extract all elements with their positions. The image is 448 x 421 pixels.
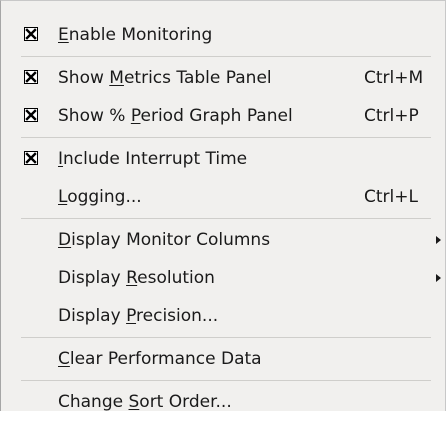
menu-item-label: Change Sort Order... [58, 392, 232, 412]
check-x-icon [24, 27, 38, 41]
menu-item-label: Show % Period Graph Panel [58, 106, 293, 126]
menu-separator [21, 218, 431, 219]
menu-item-show-metrics-table-panel[interactable]: Show Metrics Table Panel Ctrl+M [1, 59, 445, 97]
menu-item-display-precision[interactable]: Display Precision... [1, 297, 445, 335]
menu-item-label: Include Interrupt Time [58, 149, 248, 169]
menu-item-logging[interactable]: Logging... Ctrl+L [1, 178, 445, 216]
menu-item-label: Enable Monitoring [58, 25, 213, 45]
check-x-icon [24, 108, 38, 122]
context-menu: Enable Monitoring Show Metrics Table Pan… [0, 0, 446, 412]
menu-item-clear-performance-data[interactable]: Clear Performance Data [1, 340, 445, 378]
menu-separator [21, 56, 431, 57]
menu-item-label: Display Precision... [58, 306, 219, 326]
menu-item-display-monitor-columns[interactable]: Display Monitor Columns [1, 221, 445, 259]
menu-separator [21, 137, 431, 138]
menu-item-label: Display Monitor Columns [58, 230, 271, 250]
menu-item-shortcut: Ctrl+P [364, 106, 419, 126]
menu-item-label: Show Metrics Table Panel [58, 68, 272, 88]
submenu-arrow-icon [436, 274, 441, 282]
menu-item-label: Clear Performance Data [58, 349, 262, 369]
menu-item-enable-monitoring[interactable]: Enable Monitoring [1, 16, 445, 54]
menu-item-label: Display Resolution [58, 268, 215, 288]
menu-item-change-sort-order[interactable]: Change Sort Order... [1, 383, 445, 421]
menu-separator [21, 337, 431, 338]
menu-item-shortcut: Ctrl+L [364, 187, 418, 207]
submenu-arrow-icon [436, 236, 441, 244]
menu-separator [21, 380, 431, 381]
menu-item-show-period-graph-panel[interactable]: Show % Period Graph Panel Ctrl+P [1, 97, 445, 135]
menu-item-include-interrupt-time[interactable]: Include Interrupt Time [1, 140, 445, 178]
check-x-icon [24, 70, 38, 84]
menu-item-label: Logging... [58, 187, 142, 207]
menu-item-shortcut: Ctrl+M [364, 68, 424, 88]
menu-item-display-resolution[interactable]: Display Resolution [1, 259, 445, 297]
check-x-icon [24, 151, 38, 165]
